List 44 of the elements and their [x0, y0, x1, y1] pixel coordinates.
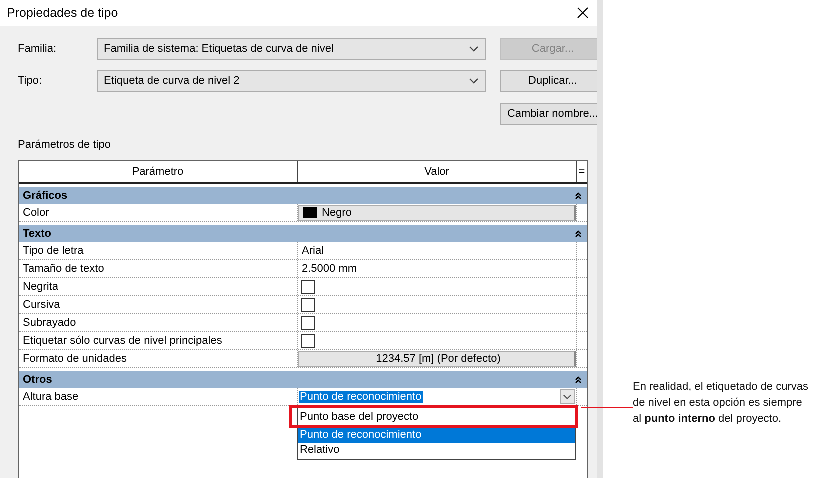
group-header[interactable]: Otros	[19, 371, 587, 388]
window-title: Propiedades de tipo	[7, 6, 118, 20]
group-title: Gráficos	[23, 190, 68, 202]
group-header[interactable]: Texto	[19, 225, 587, 242]
annotation-text: En realidad, el etiquetado de curvas de nivel en esta opción es siempre al punto interno del proyecto.	[633, 380, 810, 427]
color-button[interactable]: Negro	[298, 204, 576, 220]
group-header[interactable]: Gráficos	[19, 187, 587, 204]
dropdown-option[interactable]: Relativo	[298, 443, 575, 458]
collapse-chevron-icon[interactable]	[575, 376, 582, 384]
column-header[interactable]: Parámetro	[19, 161, 298, 182]
units-button[interactable]: 1234.57 [m] (Por defecto)	[298, 350, 576, 366]
column-header[interactable]: Valor	[298, 161, 577, 182]
field-label: Familia:	[18, 43, 58, 55]
checkbox[interactable]	[301, 334, 315, 348]
parameter-name: Negrita	[19, 278, 298, 295]
group-title: Otros	[23, 374, 52, 386]
parameter-name: Subrayado	[19, 314, 298, 331]
parameter-value[interactable]: Arial	[298, 242, 577, 259]
chevron-down-icon[interactable]	[469, 78, 479, 84]
section-label: Parámetros de tipo	[18, 139, 112, 153]
checkbox[interactable]	[301, 316, 315, 330]
dropdown-value[interactable]: Punto de reconocimiento	[299, 390, 423, 402]
dropdown-option[interactable]: Punto base del proyecto	[298, 409, 575, 425]
collapse-chevron-icon[interactable]	[575, 192, 582, 200]
leader-line	[581, 407, 633, 408]
parameter-name: Tamaño de texto	[19, 260, 298, 277]
parameter-name: Etiquetar sólo curvas de nivel principales	[19, 332, 298, 349]
dropdown-option[interactable]: Punto de reconocimiento	[298, 428, 575, 443]
dropdown-field[interactable]: Etiqueta de curva de nivel 2	[97, 70, 486, 92]
close-icon[interactable]	[577, 7, 589, 19]
parameter-name: Tipo de letra	[19, 242, 298, 259]
parameter-name: Altura base	[19, 388, 298, 405]
dialog-button[interactable]: Duplicar...	[500, 70, 597, 92]
parameter-value[interactable]: 2.5000 mm	[298, 260, 577, 277]
parameter-name: Cursiva	[19, 296, 298, 313]
checkbox[interactable]	[301, 298, 315, 312]
group-title: Texto	[23, 228, 52, 240]
field-label: Tipo:	[18, 75, 44, 87]
chevron-down-icon[interactable]	[469, 46, 479, 52]
collapse-chevron-icon[interactable]	[575, 230, 582, 238]
checkbox[interactable]	[301, 280, 315, 294]
column-header[interactable]: =	[577, 161, 587, 182]
color-name: Negro	[322, 206, 352, 218]
dropdown-field[interactable]: Familia de sistema: Etiquetas de curva de nivel	[97, 38, 486, 60]
